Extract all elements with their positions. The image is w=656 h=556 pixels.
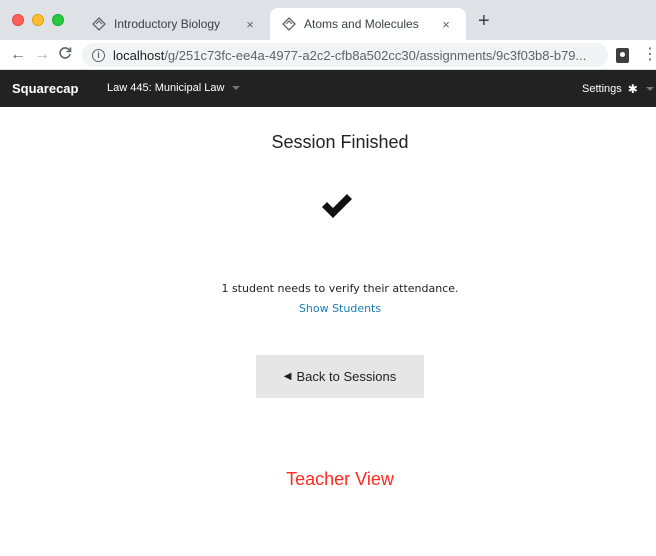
show-students-link[interactable]: Show Students [0, 302, 656, 315]
diamond-favicon-icon [282, 17, 296, 31]
teacher-view-label: Teacher View [286, 469, 394, 489]
tab-atoms-and-molecules[interactable]: Atoms and Molecules × [270, 8, 466, 40]
attendance-message: 1 student needs to verify their attendan… [221, 282, 459, 295]
tab-title: Introductory Biology [114, 17, 221, 31]
back-button[interactable]: ← [10, 46, 26, 64]
address-bar[interactable]: i localhost/g/251c73fc-ee4a-4977-a2c2-cf… [82, 43, 608, 67]
tab-close-icon[interactable]: × [438, 17, 454, 32]
browser-tab-strip: Introductory Biology × Atoms and Molecul… [0, 0, 656, 40]
reload-button[interactable] [58, 46, 72, 65]
tab-title: Atoms and Molecules [304, 17, 419, 31]
tab-introductory-biology[interactable]: Introductory Biology × [80, 8, 270, 40]
diamond-favicon-icon [92, 17, 106, 31]
browser-toolbar: ← → i localhost/g/251c73fc-ee4a-4977-a2c… [0, 40, 656, 70]
gear-icon: ✱ [627, 82, 638, 96]
settings-dropdown[interactable]: Settings ✱ [582, 82, 654, 96]
brand-logo[interactable]: Squarecap [12, 81, 78, 96]
forward-button[interactable]: → [34, 46, 50, 64]
back-to-sessions-label: Back to Sessions [296, 369, 397, 384]
url-path: /g/251c73fc-ee4a-4977-a2c2-cfb8a502cc30/… [164, 47, 587, 63]
back-to-sessions-button[interactable]: ◀ Back to Sessions [256, 355, 424, 398]
window-close-button[interactable] [12, 14, 24, 26]
extension-badge-icon[interactable] [616, 48, 629, 63]
info-icon[interactable]: i [92, 48, 105, 62]
browser-menu-icon[interactable]: ⋮ [642, 46, 656, 64]
course-dropdown[interactable]: Law 445: Municipal Law [107, 82, 241, 94]
back-arrow-icon: ◀ [283, 371, 292, 382]
chevron-down-icon [645, 87, 654, 91]
window-zoom-button[interactable] [52, 14, 64, 26]
tab-close-icon[interactable]: × [242, 17, 258, 32]
new-tab-button[interactable]: + [478, 11, 490, 31]
chevron-down-icon [232, 86, 241, 90]
reload-icon [59, 47, 72, 59]
page-title: Session Finished [271, 132, 409, 152]
url-host: localhost [113, 47, 165, 63]
app-navbar: Squarecap Law 445: Municipal Law Setting… [0, 70, 656, 107]
window-minimize-button[interactable] [32, 14, 44, 26]
settings-label: Settings [582, 83, 622, 95]
check-icon [322, 194, 352, 218]
course-label: Law 445: Municipal Law [107, 82, 225, 94]
